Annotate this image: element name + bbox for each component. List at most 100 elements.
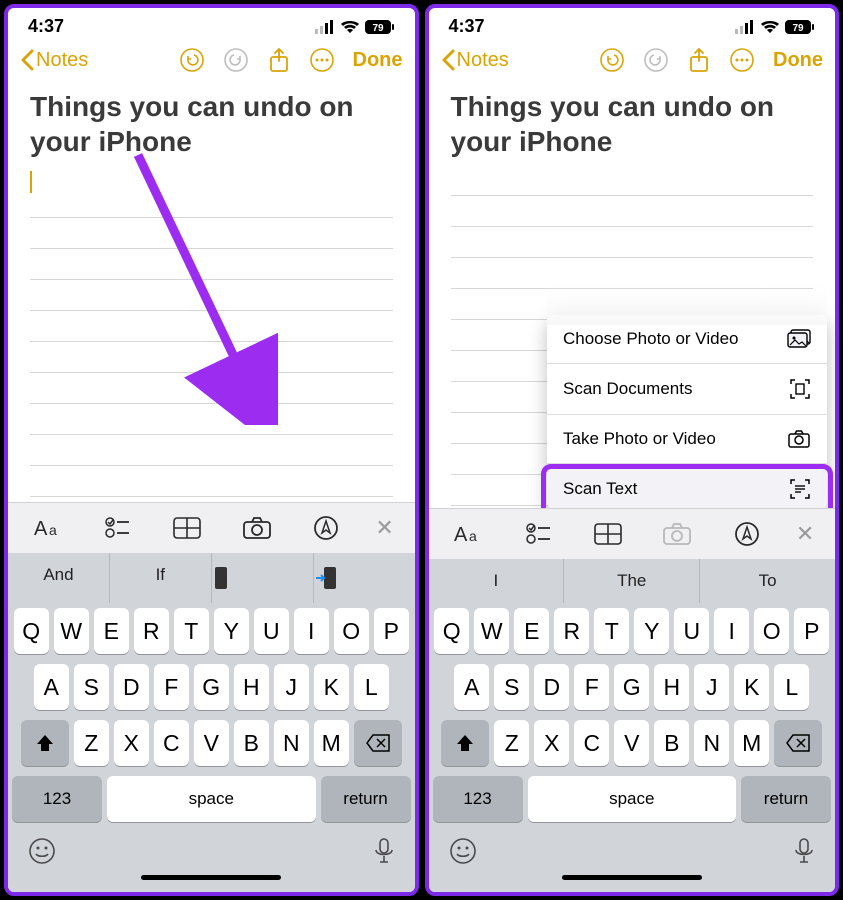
undo-icon[interactable] xyxy=(599,47,625,73)
key-e[interactable]: E xyxy=(94,608,129,654)
key-v[interactable]: V xyxy=(614,720,649,766)
key-y[interactable]: Y xyxy=(634,608,669,654)
space-key[interactable]: space xyxy=(107,776,316,822)
suggestion[interactable]: If xyxy=(109,553,211,603)
suggestion-sticker[interactable] xyxy=(313,553,415,603)
key-l[interactable]: L xyxy=(774,664,809,710)
close-toolbar-icon[interactable]: ✕ xyxy=(375,515,393,541)
emoji-icon[interactable] xyxy=(449,837,477,865)
return-key[interactable]: return xyxy=(741,776,831,822)
back-button[interactable]: Notes xyxy=(441,49,509,72)
text-format-icon[interactable]: Aa xyxy=(449,519,489,549)
backspace-key[interactable] xyxy=(774,720,822,766)
done-button[interactable]: Done xyxy=(353,49,403,72)
key-h[interactable]: H xyxy=(654,664,689,710)
key-r[interactable]: R xyxy=(554,608,589,654)
key-n[interactable]: N xyxy=(274,720,309,766)
more-icon[interactable] xyxy=(729,47,755,73)
key-z[interactable]: Z xyxy=(74,720,109,766)
key-p[interactable]: P xyxy=(374,608,409,654)
key-u[interactable]: U xyxy=(674,608,709,654)
space-key[interactable]: space xyxy=(528,776,737,822)
key-j[interactable]: J xyxy=(694,664,729,710)
return-key[interactable]: return xyxy=(321,776,411,822)
menu-scan-text[interactable]: Scan Text xyxy=(547,464,827,514)
suggestion-memoji[interactable] xyxy=(211,553,313,603)
key-q[interactable]: Q xyxy=(14,608,49,654)
key-q[interactable]: Q xyxy=(434,608,469,654)
markup-icon[interactable] xyxy=(306,513,346,543)
key-z[interactable]: Z xyxy=(494,720,529,766)
key-d[interactable]: D xyxy=(114,664,149,710)
table-icon[interactable] xyxy=(167,513,207,543)
key-l[interactable]: L xyxy=(354,664,389,710)
key-i[interactable]: I xyxy=(714,608,749,654)
key-t[interactable]: T xyxy=(594,608,629,654)
key-x[interactable]: X xyxy=(534,720,569,766)
key-c[interactable]: C xyxy=(574,720,609,766)
key-e[interactable]: E xyxy=(514,608,549,654)
key-k[interactable]: K xyxy=(314,664,349,710)
key-o[interactable]: O xyxy=(754,608,789,654)
key-o[interactable]: O xyxy=(334,608,369,654)
suggestion[interactable]: To xyxy=(699,559,835,603)
table-icon[interactable] xyxy=(588,519,628,549)
home-indicator[interactable] xyxy=(141,875,281,880)
suggestion[interactable]: I xyxy=(429,559,564,603)
markup-icon[interactable] xyxy=(727,519,767,549)
note-body[interactable]: Things you can undo on your iPhone Choos… xyxy=(429,85,836,508)
menu-scan-documents[interactable]: Scan Documents xyxy=(547,364,827,415)
key-h[interactable]: H xyxy=(234,664,269,710)
key-v[interactable]: V xyxy=(194,720,229,766)
home-indicator[interactable] xyxy=(562,875,702,880)
close-toolbar-icon[interactable]: ✕ xyxy=(796,521,814,547)
key-y[interactable]: Y xyxy=(214,608,249,654)
key-w[interactable]: W xyxy=(54,608,89,654)
emoji-icon[interactable] xyxy=(28,837,56,865)
suggestion[interactable]: The xyxy=(563,559,699,603)
key-a[interactable]: A xyxy=(454,664,489,710)
undo-icon[interactable] xyxy=(179,47,205,73)
more-icon[interactable] xyxy=(309,47,335,73)
mic-icon[interactable] xyxy=(793,837,815,865)
key-p[interactable]: P xyxy=(794,608,829,654)
shift-key[interactable] xyxy=(441,720,489,766)
key-n[interactable]: N xyxy=(694,720,729,766)
menu-take-photo-video[interactable]: Take Photo or Video xyxy=(547,415,827,464)
key-b[interactable]: B xyxy=(654,720,689,766)
key-s[interactable]: S xyxy=(74,664,109,710)
shift-key[interactable] xyxy=(21,720,69,766)
share-icon[interactable] xyxy=(267,47,291,73)
key-a[interactable]: A xyxy=(34,664,69,710)
checklist-icon[interactable] xyxy=(98,513,138,543)
suggestion[interactable]: And xyxy=(8,553,109,603)
numbers-key[interactable]: 123 xyxy=(433,776,523,822)
backspace-key[interactable] xyxy=(354,720,402,766)
key-j[interactable]: J xyxy=(274,664,309,710)
camera-icon[interactable] xyxy=(237,513,277,543)
key-r[interactable]: R xyxy=(134,608,169,654)
key-f[interactable]: F xyxy=(154,664,189,710)
key-g[interactable]: G xyxy=(194,664,229,710)
mic-icon[interactable] xyxy=(373,837,395,865)
key-c[interactable]: C xyxy=(154,720,189,766)
text-format-icon[interactable]: Aa xyxy=(29,513,69,543)
numbers-key[interactable]: 123 xyxy=(12,776,102,822)
key-m[interactable]: M xyxy=(734,720,769,766)
key-d[interactable]: D xyxy=(534,664,569,710)
key-g[interactable]: G xyxy=(614,664,649,710)
done-button[interactable]: Done xyxy=(773,49,823,72)
key-u[interactable]: U xyxy=(254,608,289,654)
key-k[interactable]: K xyxy=(734,664,769,710)
key-f[interactable]: F xyxy=(574,664,609,710)
key-x[interactable]: X xyxy=(114,720,149,766)
key-t[interactable]: T xyxy=(174,608,209,654)
camera-icon[interactable] xyxy=(657,519,697,549)
key-i[interactable]: I xyxy=(294,608,329,654)
key-s[interactable]: S xyxy=(494,664,529,710)
key-b[interactable]: B xyxy=(234,720,269,766)
share-icon[interactable] xyxy=(687,47,711,73)
key-m[interactable]: M xyxy=(314,720,349,766)
note-body[interactable]: Things you can undo on your iPhone xyxy=(8,85,415,502)
key-w[interactable]: W xyxy=(474,608,509,654)
